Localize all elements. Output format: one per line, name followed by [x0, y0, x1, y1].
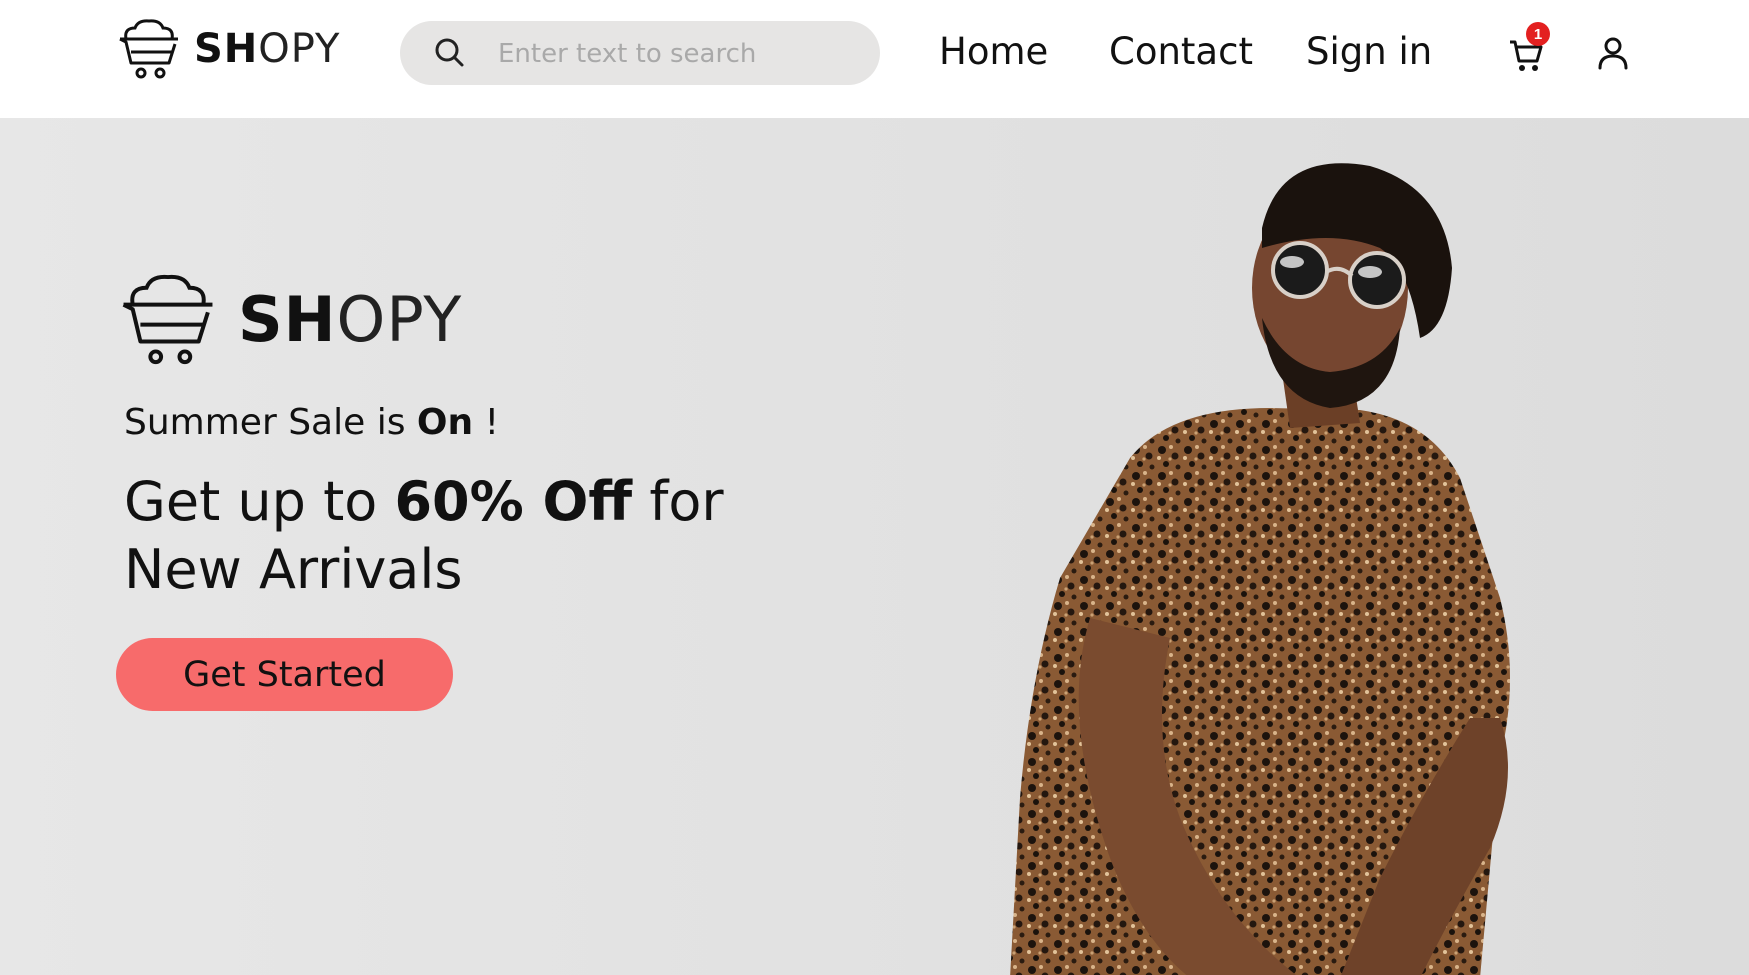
hero-headline: Get up to 60% Off for New Arrivals: [124, 468, 824, 604]
user-icon[interactable]: [1596, 36, 1630, 72]
search-icon[interactable]: [434, 37, 466, 69]
headline-discount: 60% Off: [394, 470, 633, 533]
tagline-post: !: [473, 402, 500, 443]
search-input[interactable]: [496, 21, 860, 87]
tagline-bold: On: [416, 402, 474, 443]
nav-link-home[interactable]: Home: [939, 30, 1048, 73]
get-started-button[interactable]: Get Started: [116, 638, 453, 711]
cart-cloud-logo-icon: [119, 19, 178, 79]
nav-link-sign-in[interactable]: Sign in: [1306, 30, 1432, 73]
search-bar: [400, 21, 880, 87]
brand-wordmark-bold: SH: [194, 26, 259, 72]
hero-brand-wordmark-bold: SH: [238, 283, 337, 356]
brand-logo-link[interactable]: SHOPY: [118, 18, 340, 80]
hero-brand-wordmark: SHOPY: [238, 289, 462, 351]
hero-brand-wordmark-light: OPY: [336, 283, 463, 356]
hero-model-image: [1010, 163, 1510, 975]
tagline-pre: Summer Sale is: [124, 402, 417, 443]
sale-tagline: Summer Sale is On !: [124, 402, 499, 443]
headline-line2: New Arrivals: [124, 538, 463, 601]
brand-wordmark-light: OPY: [258, 26, 341, 72]
nav-link-contact[interactable]: Contact: [1109, 30, 1253, 73]
headline-pre: Get up to: [124, 470, 395, 533]
hero-brand-logo: SHOPY: [120, 274, 462, 366]
top-nav-bar: SHOPY Home Contact Sign in 1: [0, 0, 1749, 118]
brand-wordmark: SHOPY: [194, 29, 340, 69]
headline-post: for: [632, 470, 724, 533]
hero-banner: SHOPY Summer Sale is On ! Get up to 60% …: [0, 118, 1749, 975]
cart-count-badge: 1: [1526, 22, 1550, 46]
cart-cloud-logo-icon: [122, 274, 213, 365]
